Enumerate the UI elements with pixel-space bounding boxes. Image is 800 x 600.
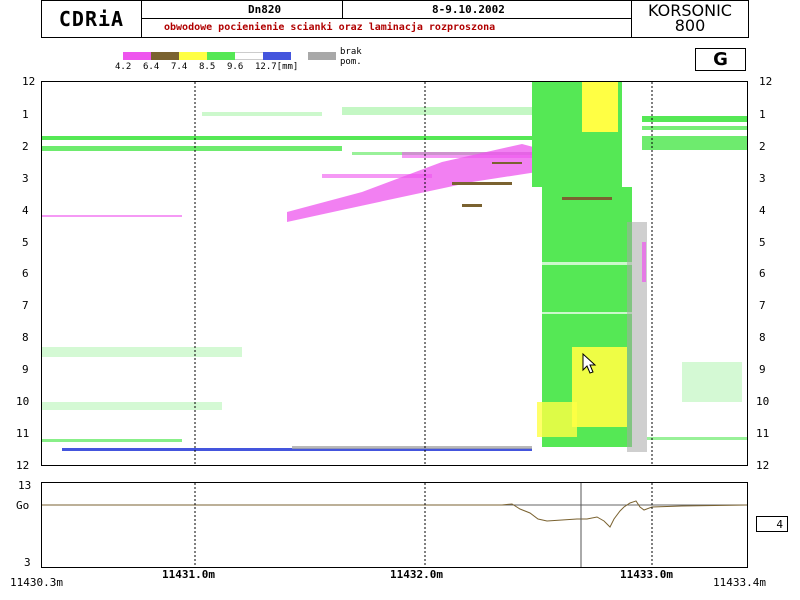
x-axis-start: 11430.3m xyxy=(10,576,63,589)
brown-dashes-2 xyxy=(462,204,482,207)
band-green-left-1 xyxy=(42,136,542,140)
y-right-4: 4 xyxy=(759,204,766,217)
legend-missing-label-1: brak xyxy=(340,47,362,57)
green-line-bottom xyxy=(42,439,182,442)
y-right-3: 3 xyxy=(759,172,766,185)
magenta-streak-1 xyxy=(402,152,542,158)
magenta-streak-2 xyxy=(322,174,432,178)
x-axis-mark-1: 11431.0m xyxy=(162,568,215,581)
brown-dashes-1 xyxy=(452,182,512,185)
legend-tick-1: 4.2 xyxy=(115,62,132,72)
y-left-4: 4 xyxy=(22,204,29,217)
legend-swatch-1 xyxy=(123,52,151,60)
y-right-8: 8 xyxy=(759,331,766,344)
logo-text: CDRiA xyxy=(58,7,125,31)
y-left-9: 9 xyxy=(22,363,29,376)
logo-cell: CDRiA xyxy=(42,1,142,37)
x-axis-end: 11433.4m xyxy=(713,576,766,589)
y-left-7: 7 xyxy=(22,299,29,312)
defect-column-magenta-right xyxy=(642,242,646,282)
sparse-green-left-1 xyxy=(42,347,242,357)
legend-swatch-6 xyxy=(263,52,291,60)
legend-tick-3: 7.4 xyxy=(171,62,188,72)
y-right-11: 11 xyxy=(756,427,770,440)
y-left-0: 12 xyxy=(22,75,36,88)
subtitle-label: obwodowe pocienienie scianki oraz lamina… xyxy=(164,22,496,33)
sparse-green-top-2 xyxy=(202,112,322,116)
legend-swatch-5 xyxy=(235,52,263,60)
profile-y-top: 13 xyxy=(18,479,32,492)
y-right-10: 10 xyxy=(756,395,770,408)
grey-line-bottom xyxy=(292,446,532,449)
y-left-6: 6 xyxy=(22,267,29,280)
view-mode-button[interactable]: G xyxy=(695,48,746,71)
y-right-12: 12 xyxy=(756,459,770,472)
profile-chart[interactable] xyxy=(42,483,747,567)
brown-dashes-3 xyxy=(492,162,522,164)
y-left-5: 5 xyxy=(22,236,29,249)
y-right-1: 1 xyxy=(759,108,766,121)
y-left-8: 8 xyxy=(22,331,29,344)
y-right-9: 9 xyxy=(759,363,766,376)
title-top-row: Dn820 8-9.10.2002 xyxy=(142,1,632,19)
band-green-right-3 xyxy=(642,136,747,150)
view-mode-label: G xyxy=(713,49,728,70)
sparse-green-top-1 xyxy=(342,107,542,115)
scale-value: 4 xyxy=(776,517,783,531)
thickness-map[interactable] xyxy=(42,82,747,465)
y-right-0: 12 xyxy=(759,75,773,88)
y-left-3: 3 xyxy=(22,172,29,185)
legend-tick-2: 6.4 xyxy=(143,62,160,72)
defect-column-yellow-low xyxy=(572,347,627,427)
band-green-left-2 xyxy=(42,146,342,151)
legend-swatch-4 xyxy=(207,52,235,60)
y-right-7: 7 xyxy=(759,299,766,312)
scale-box[interactable]: 4 xyxy=(756,516,788,532)
y-left-10: 10 xyxy=(16,395,30,408)
x-axis-mark-2: 11432.0m xyxy=(390,568,443,581)
pipe-label: Dn820 xyxy=(248,3,282,16)
y-left-1: 1 xyxy=(22,108,29,121)
defect-column-white-stripes xyxy=(542,262,632,265)
y-right-5: 5 xyxy=(759,236,766,249)
legend-tick-6: 12.7[mm] xyxy=(255,62,299,72)
legend-swatch-missing xyxy=(308,52,336,60)
defect-column-yellow-top xyxy=(582,82,618,132)
y-left-2: 2 xyxy=(22,140,29,153)
legend-swatch-2 xyxy=(151,52,179,60)
legend-swatch-3 xyxy=(179,52,207,60)
legend-tick-5: 9.6 xyxy=(227,62,244,72)
brand-cell: KORSONIC 800 xyxy=(632,3,748,37)
sparse-green-right-1 xyxy=(682,362,742,402)
defect-column-brown xyxy=(562,197,612,200)
profile-y-ref: Go xyxy=(16,499,30,512)
y-right-6: 6 xyxy=(759,267,766,280)
band-green-right-1 xyxy=(642,116,747,122)
x-axis-mark-3: 11433.0m xyxy=(620,568,673,581)
green-line-bottom-right xyxy=(647,437,747,440)
title-divider xyxy=(342,1,343,18)
profile-y-bottom: 3 xyxy=(24,556,31,569)
y-left-11: 11 xyxy=(16,427,30,440)
legend-tick-4: 8.5 xyxy=(199,62,216,72)
title-cell: Dn820 8-9.10.2002 obwodowe pocienienie s… xyxy=(142,1,632,37)
y-right-2: 2 xyxy=(759,140,766,153)
header-bar: CDRiA Dn820 8-9.10.2002 obwodowe pocieni… xyxy=(41,0,749,38)
brand-model: 800 xyxy=(674,16,706,35)
defect-column-white-stripes-2 xyxy=(542,312,632,314)
legend-missing-label-2: pom. xyxy=(340,57,362,67)
magenta-line-left xyxy=(42,215,182,217)
defect-column-yellow-low2 xyxy=(537,402,577,437)
band-green-right-2 xyxy=(642,126,747,130)
y-left-12: 12 xyxy=(16,459,30,472)
date-label: 8-9.10.2002 xyxy=(432,3,505,16)
